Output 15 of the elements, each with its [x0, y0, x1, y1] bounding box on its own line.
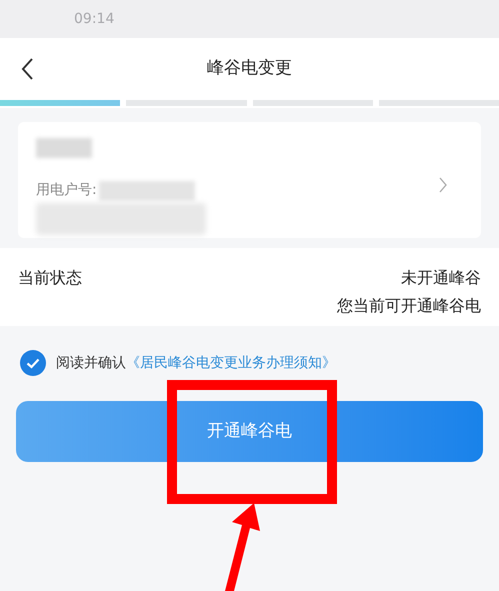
status-hint: 您当前可开通峰谷电 — [337, 295, 481, 317]
chevron-right-icon — [439, 177, 447, 193]
status-label: 当前状态 — [18, 267, 82, 289]
open-peak-valley-button[interactable]: 开通峰谷电 — [16, 401, 483, 462]
status-value: 未开通峰谷 — [401, 267, 481, 289]
status-time: 09:14 — [74, 10, 114, 28]
agreement-text: 阅读并确认 — [56, 354, 126, 372]
back-icon[interactable] — [20, 57, 34, 81]
redacted-block — [36, 138, 92, 158]
page-title: 峰谷电变更 — [207, 57, 292, 80]
checkmark-icon — [26, 358, 40, 368]
agreement-link[interactable]: 《居民峰谷电变更业务办理须知》 — [126, 352, 336, 374]
account-card[interactable]: 用电户号: — [18, 122, 481, 238]
agreement-checkbox[interactable] — [20, 350, 46, 376]
account-label: 用电户号: — [36, 181, 97, 200]
